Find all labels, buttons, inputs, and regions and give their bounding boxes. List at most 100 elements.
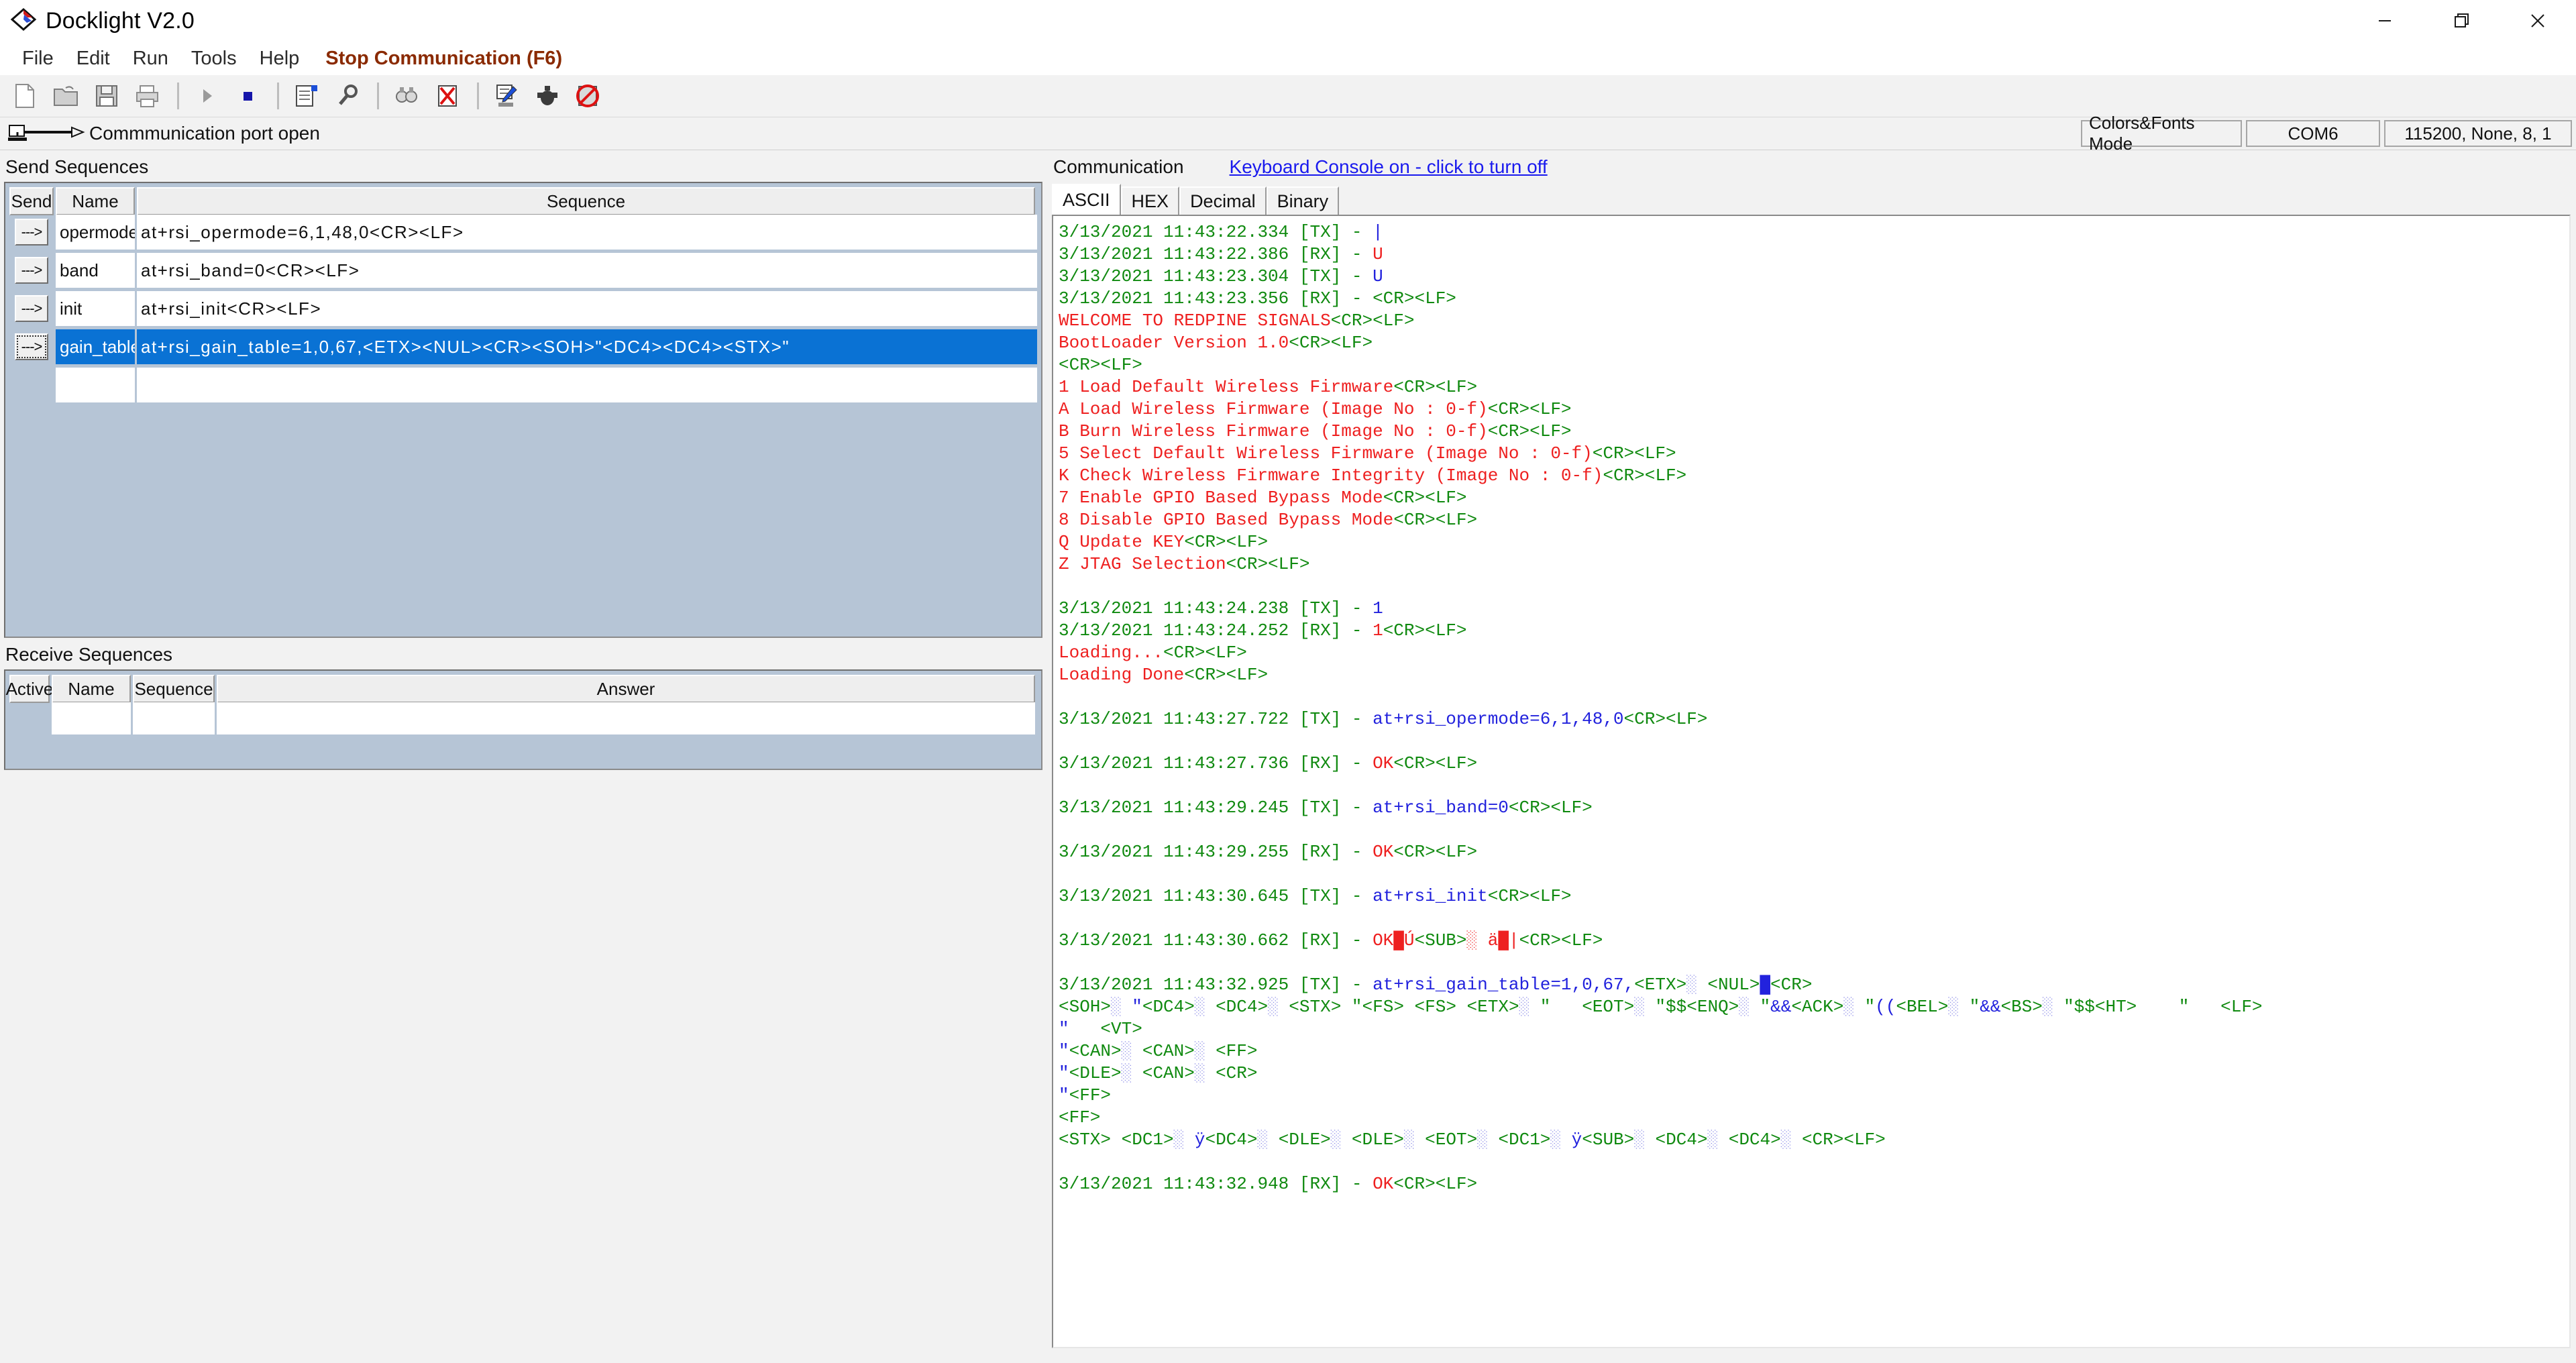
find-icon[interactable] <box>387 77 426 115</box>
terminal-line: Z JTAG Selection<CR><LF> <box>1059 553 2565 576</box>
terminal-run: <STX> <DC1> <box>1059 1130 1174 1150</box>
receive-sequence-cell[interactable] <box>133 702 215 734</box>
sequence-name[interactable]: opermode <box>56 215 135 250</box>
receive-name-cell[interactable] <box>52 702 131 734</box>
terminal-run: at+rsi_gain_table=1,0,67, <box>1373 975 1635 995</box>
minimize-button[interactable] <box>2347 0 2423 42</box>
terminal-line: <SOH>░ "<DC4>░ <DC4>░ <STX> "<FS> <FS> <… <box>1059 996 2565 1018</box>
sequence-value[interactable]: at+rsi_opermode=6,1,48,0<CR><LF> <box>137 215 1037 250</box>
column-header-sequence[interactable]: Sequence <box>137 187 1035 215</box>
send-button-gain-table[interactable]: ---> <box>15 333 48 360</box>
active-cell[interactable] <box>9 702 50 734</box>
print-icon[interactable] <box>128 77 167 115</box>
project-settings-icon[interactable] <box>328 77 367 115</box>
send-button-init[interactable]: ---> <box>15 295 48 322</box>
open-folder-icon[interactable] <box>46 77 85 115</box>
tab-ascii[interactable]: ASCII <box>1052 184 1121 215</box>
edit-keyboard-console-icon[interactable] <box>487 77 526 115</box>
menu-stop-communication[interactable]: Stop Communication (F6) <box>311 42 574 75</box>
communication-terminal[interactable]: 3/13/2021 11:43:22.334 [TX] - | 3/13/2021… <box>1052 215 2571 1348</box>
edit-send-sequence-icon[interactable] <box>287 77 326 115</box>
terminal-run: ░ <box>1111 997 1122 1017</box>
start-communication-icon[interactable] <box>187 77 226 115</box>
send-button-band[interactable]: ---> <box>15 257 48 284</box>
menu-bar: File Edit Run Tools Help Stop Communicat… <box>0 42 2576 75</box>
sequence-value[interactable]: at+rsi_gain_table=1,0,67,<ETX><NUL><CR><… <box>137 329 1037 364</box>
disable-logging-icon[interactable] <box>569 77 608 115</box>
sequence-name[interactable]: gain_table <box>56 329 135 364</box>
sequence-name[interactable] <box>56 368 135 402</box>
toolbar-separator <box>177 83 179 109</box>
column-header-answer[interactable]: Answer <box>217 675 1035 703</box>
terminal-run: <CR><LF> <box>1163 643 1247 663</box>
maximize-button[interactable] <box>2423 0 2500 42</box>
menu-edit[interactable]: Edit <box>65 42 121 75</box>
table-row[interactable] <box>5 702 1041 734</box>
terminal-run: 3/13/2021 11:43:32.925 [TX] - <box>1059 975 1373 995</box>
menu-help[interactable]: Help <box>248 42 311 75</box>
close-button[interactable] <box>2500 0 2576 42</box>
terminal-run: OK <box>1373 753 1394 773</box>
terminal-run: <FF> <box>1059 1107 1101 1128</box>
terminal-line: Q Update KEY<CR><LF> <box>1059 531 2565 553</box>
terminal-run: ░ <box>1403 1130 1415 1150</box>
table-row[interactable]: ---> opermode at+rsi_opermode=6,1,48,0<C… <box>9 215 1037 250</box>
terminal-run: <CR><LF> <box>1592 443 1676 464</box>
terminal-run: " <box>1059 1063 1069 1083</box>
terminal-run: A Load Wireless Firmware (Image No : 0-f… <box>1059 399 1488 419</box>
keyboard-console-link[interactable]: Keyboard Console on - click to turn off <box>1230 156 1548 178</box>
table-row[interactable]: ---> band at+rsi_band=0<CR><LF> <box>9 253 1037 288</box>
tab-hex[interactable]: HEX <box>1120 186 1180 215</box>
send-cell: ---> <box>9 253 54 288</box>
send-button-opermode[interactable]: ---> <box>15 219 48 246</box>
table-row-selected[interactable]: ---> gain_table at+rsi_gain_table=1,0,67… <box>9 329 1037 364</box>
receive-sequences-grid: Active Name Sequence Answer <box>4 669 1042 770</box>
menu-run[interactable]: Run <box>121 42 180 75</box>
flow-control-icon[interactable] <box>528 77 567 115</box>
terminal-run: 7 Enable GPIO Based Bypass Mode <box>1059 488 1383 508</box>
terminal-run: 3/13/2021 11:43:27.736 [RX] - <box>1059 753 1373 773</box>
terminal-run: <CR><LF> <box>1289 333 1373 353</box>
table-row-empty[interactable] <box>9 368 1037 402</box>
sequence-name[interactable]: band <box>56 253 135 288</box>
sequence-name[interactable]: init <box>56 291 135 326</box>
column-header-sequence[interactable]: Sequence <box>133 675 215 703</box>
terminal-run: <EOT> <box>1414 1130 1478 1150</box>
terminal-run: <CR><LF> <box>1393 377 1478 397</box>
save-icon[interactable] <box>87 77 126 115</box>
new-file-icon[interactable] <box>5 77 44 115</box>
status-colors-fonts-mode[interactable]: Colors&Fonts Mode <box>2081 113 2242 154</box>
column-header-name[interactable]: Name <box>56 187 135 215</box>
terminal-run: " <box>1959 997 1980 1017</box>
sequence-value[interactable]: at+rsi_band=0<CR><LF> <box>137 253 1037 288</box>
status-com-port[interactable]: COM6 <box>2246 120 2380 147</box>
column-header-active[interactable]: Active <box>6 675 53 703</box>
terminal-run: <CR><LF> <box>1393 753 1478 773</box>
receive-answer-cell[interactable] <box>217 702 1035 734</box>
terminal-run: WELCOME TO REDPINE SIGNALS <box>1059 311 1331 331</box>
terminal-run: 3/13/2021 11:43:24.238 [TX] - <box>1059 598 1373 618</box>
table-row[interactable]: ---> init at+rsi_init<CR><LF> <box>9 291 1037 326</box>
status-port-settings[interactable]: 115200, None, 8, 1 <box>2384 120 2572 147</box>
tab-decimal[interactable]: Decimal <box>1179 186 1267 215</box>
stop-communication-icon[interactable] <box>228 77 267 115</box>
terminal-run: 3/13/2021 11:43:30.645 [TX] - <box>1059 886 1373 906</box>
clear-communication-icon[interactable] <box>428 77 467 115</box>
terminal-run: "$$<ENQ> <box>1644 997 1739 1017</box>
send-sequences-header-row: Send Name Sequence <box>5 183 1041 215</box>
docklight-logo-icon <box>9 6 39 36</box>
column-header-name[interactable]: Name <box>52 675 131 703</box>
terminal-line: <FF> <box>1059 1107 2565 1129</box>
terminal-run: " <box>1059 1085 1069 1105</box>
terminal-run: <CR><LF> <box>1623 709 1708 729</box>
terminal-run: <VT> <box>1069 1019 1142 1039</box>
title-bar: Docklight V2.0 <box>0 0 2576 42</box>
column-header-send[interactable]: Send <box>9 187 54 215</box>
sequence-value[interactable]: at+rsi_init<CR><LF> <box>137 291 1037 326</box>
terminal-run: ░ <box>1194 997 1205 1017</box>
menu-tools[interactable]: Tools <box>180 42 248 75</box>
sequence-value[interactable] <box>137 368 1037 402</box>
menu-file[interactable]: File <box>11 42 65 75</box>
tab-binary[interactable]: Binary <box>1266 186 1340 215</box>
